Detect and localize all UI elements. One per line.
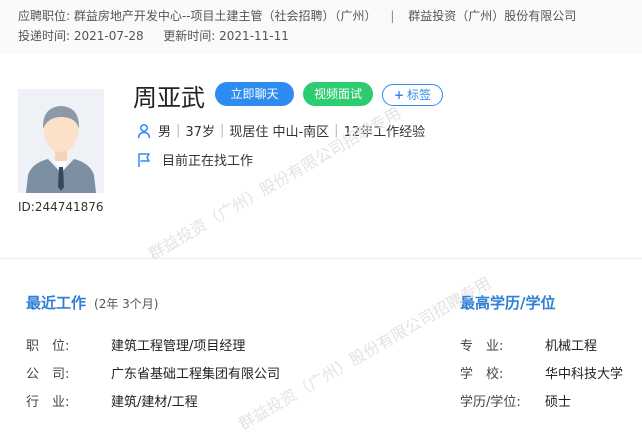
edu-degree-label: 学历/学位: [460,395,521,410]
default-male-avatar-icon [18,89,104,193]
edu-school-value: 华中科技大学 [545,367,624,382]
candidate-id: ID:244741876 [18,200,104,214]
flag-icon [138,152,150,167]
age: 37岁 [185,125,215,140]
work-industry-value: 建筑/建材/工程 [111,395,198,410]
submit-date: 2021-07-28 [73,29,144,43]
company-name: 群益投资（广州）股份有限公司 [408,9,577,23]
work-industry-label: 行 业: [26,395,70,410]
work-company-label: 公 司: [26,367,70,382]
applied-position-line: 应聘职位: 群益房地产开发中心--项目土建主管（社会招聘）（广州） | 群益投资… [18,7,576,24]
plus-icon: + [393,88,405,102]
application-header: 应聘职位: 群益房地产开发中心--项目土建主管（社会招聘）（广州） | 群益投资… [0,0,642,54]
separator: | [390,9,395,23]
edu-major-label: 专 业: [460,339,504,354]
education-title: 最高学历/学位 [460,294,556,312]
add-tag-button[interactable]: + 标签 [382,84,443,106]
work-experience: 12年工作经验 [343,125,426,140]
submit-label: 投递时间: [18,29,71,43]
work-position-label: 职 位: [26,339,70,354]
job-status-line: 目前正在找工作 [136,150,253,169]
gender: 男 [158,125,172,140]
basic-info-line: 男 | 37岁 | 现居住 中山-南区 | 12年工作经验 [136,121,425,140]
edu-major-value: 机械工程 [545,339,598,354]
work-company-value: 广东省基础工程集团有限公司 [111,367,281,382]
avatar [18,89,104,193]
chat-now-button[interactable]: 立即聊天 [215,82,294,106]
watermark: 群益投资（广州）股份有限公司招聘专用 [235,273,495,434]
edu-degree-value: 硕士 [545,395,572,410]
job-status: 目前正在找工作 [162,154,254,169]
update-date: 2021-11-11 [219,29,289,43]
tag-label: 标签 [407,88,432,102]
edu-school-label: 学 校: [460,367,504,382]
position-value[interactable]: 群益房地产开发中心--项目土建主管（社会招聘）（广州） [74,9,377,23]
video-interview-button[interactable]: 视频面试 [303,82,373,106]
recent-work-title: 最近工作 (2年 3个月) [26,294,159,312]
dates-line: 投递时间: 2021-07-28 更新时间: 2021-11-11 [18,27,289,44]
work-position-value: 建筑工程管理/项目经理 [111,339,246,354]
position-label: 应聘职位: [18,9,71,23]
work-duration: (2年 3个月) [94,297,159,311]
person-icon [137,123,151,138]
candidate-name: 周亚武 [133,84,205,112]
location: 现居住 中山-南区 [229,125,330,140]
section-divider [0,258,642,259]
update-label: 更新时间: [163,29,216,43]
